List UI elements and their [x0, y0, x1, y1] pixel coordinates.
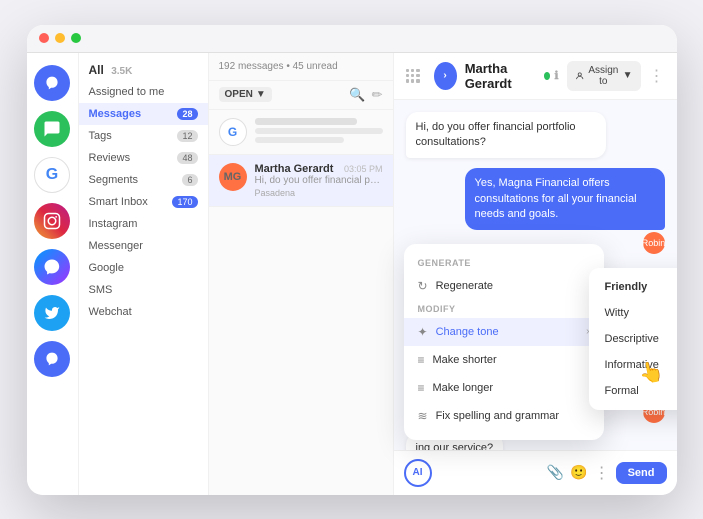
inbox-list: All 3.5K Assigned to me Messages 28 Tags… [79, 53, 209, 495]
conv-avatar-google: G [219, 118, 247, 146]
msg-bubble-incoming-1: Hi, do you offer financial portfolio con… [406, 112, 606, 159]
attachment-icon[interactable]: 📎 [547, 464, 564, 481]
more-options-icon[interactable]: ⋮ [649, 66, 665, 86]
msg-bubble-outgoing-1: Yes, Magna Financial offers consultation… [465, 168, 665, 230]
inbox-item-messages[interactable]: Messages 28 [79, 103, 208, 125]
messages-app-icon[interactable] [34, 111, 70, 147]
chat-header-actions: Assign to ▼ ⋮ [567, 61, 665, 91]
send-button[interactable]: Send [616, 462, 667, 484]
longer-icon: ≡ [418, 381, 425, 395]
inbox-item-assigned[interactable]: Assigned to me [79, 81, 208, 103]
msg-row-outgoing-1: Yes, Magna Financial offers consultation… [406, 168, 665, 254]
spelling-icon: ≋ [418, 409, 428, 423]
generate-section-label: GENERATE [404, 254, 604, 272]
nav-button[interactable]: › [434, 62, 457, 90]
grid-view-icon[interactable] [406, 69, 420, 83]
regenerate-icon: ↻ [418, 279, 428, 293]
tone-icon: ✦ [418, 325, 428, 339]
more-icon[interactable]: ⋮ [594, 463, 610, 483]
ai-toggle-button[interactable]: AI [404, 459, 432, 487]
google-app-icon[interactable]: G [34, 157, 70, 193]
inbox-item-instagram[interactable]: Instagram [79, 213, 208, 235]
messenger-app-icon[interactable] [34, 249, 70, 285]
agent-avatar-1: Robin [643, 232, 665, 254]
inbox-item-messenger[interactable]: Messenger [79, 235, 208, 257]
conv-info-martha: Martha Gerardt 03:05 PM Hi, do you offer… [255, 163, 383, 198]
conv-search-icon[interactable]: 🔍 [349, 87, 365, 103]
regenerate-item[interactable]: ↻ Regenerate [404, 272, 604, 300]
conversation-list: 192 messages • 45 unread OPEN ▼ 🔍 ✏ G [209, 53, 394, 495]
brand-logo-icon[interactable] [34, 65, 70, 101]
minimize-button[interactable] [55, 33, 65, 43]
conv-info-google [255, 118, 383, 143]
inbox-item-webchat[interactable]: Webchat [79, 301, 208, 323]
twitter-app-icon[interactable] [34, 295, 70, 331]
inbox-item-segments[interactable]: Segments 6 [79, 169, 208, 191]
conv-item-google[interactable]: G [209, 110, 393, 155]
conv-item-martha[interactable]: MG Martha Gerardt 03:05 PM Hi, do you of… [209, 155, 393, 207]
inbox-item-reviews[interactable]: Reviews 48 [79, 147, 208, 169]
online-status-dot [544, 72, 550, 80]
main-content: G [27, 53, 677, 495]
conv-avatar-martha: MG [219, 163, 247, 191]
conv-list-header: 192 messages • 45 unread [209, 53, 393, 81]
conv-filter-bar: OPEN ▼ 🔍 ✏ [209, 81, 393, 110]
inbox-item-tags[interactable]: Tags 12 [79, 125, 208, 147]
fix-spelling-item[interactable]: ≋ Fix spelling and grammar [404, 402, 604, 430]
open-filter-badge[interactable]: OPEN ▼ [219, 87, 272, 102]
modify-section-label: MODIFY [404, 300, 604, 318]
chat-contact-name: Martha Gerardt ℹ [465, 61, 559, 91]
inbox-item-sms[interactable]: SMS [79, 279, 208, 301]
emoji-icon[interactable]: 🙂 [570, 464, 587, 481]
chat-input-bar: AI 📎 🙂 ⋮ Send [394, 450, 677, 495]
title-bar [27, 25, 677, 53]
assign-button[interactable]: Assign to ▼ [567, 61, 641, 91]
instagram-app-icon[interactable] [34, 203, 70, 239]
sendio-app-icon[interactable] [34, 341, 70, 377]
close-button[interactable] [39, 33, 49, 43]
chat-panel: › Martha Gerardt ℹ Assign to ▼ ⋮ [394, 53, 677, 495]
make-longer-item[interactable]: ≡ Make longer [404, 374, 604, 402]
sidebar-icons: G [27, 53, 79, 495]
inbox-header: All 3.5K [79, 53, 208, 81]
chat-input-actions: 📎 🙂 ⋮ [547, 463, 610, 483]
msg-row-incoming-1: Hi, do you offer financial portfolio con… [406, 112, 665, 159]
inbox-item-google[interactable]: Google [79, 257, 208, 279]
shorter-icon: ≡ [418, 353, 425, 367]
tone-witty[interactable]: Witty [589, 300, 677, 326]
ai-popup: GENERATE ↻ Regenerate MODIFY ✦ Change to… [404, 244, 604, 440]
change-tone-item[interactable]: ✦ Change tone › [404, 318, 604, 346]
info-icon[interactable]: ℹ [554, 69, 558, 82]
inbox-item-smart-inbox[interactable]: Smart Inbox 170 [79, 191, 208, 213]
maximize-button[interactable] [71, 33, 81, 43]
make-shorter-item[interactable]: ≡ Make shorter [404, 346, 604, 374]
chat-header: › Martha Gerardt ℹ Assign to ▼ ⋮ [394, 53, 677, 100]
cursor-hand: 👆 [637, 358, 666, 387]
tone-descriptive[interactable]: Descriptive [589, 326, 677, 352]
app-window: G [27, 25, 677, 495]
tone-friendly[interactable]: Friendly [589, 274, 677, 300]
tone-submenu: Friendly Witty Descriptive Informative F… [589, 268, 677, 410]
conv-compose-icon[interactable]: ✏ [372, 87, 383, 103]
